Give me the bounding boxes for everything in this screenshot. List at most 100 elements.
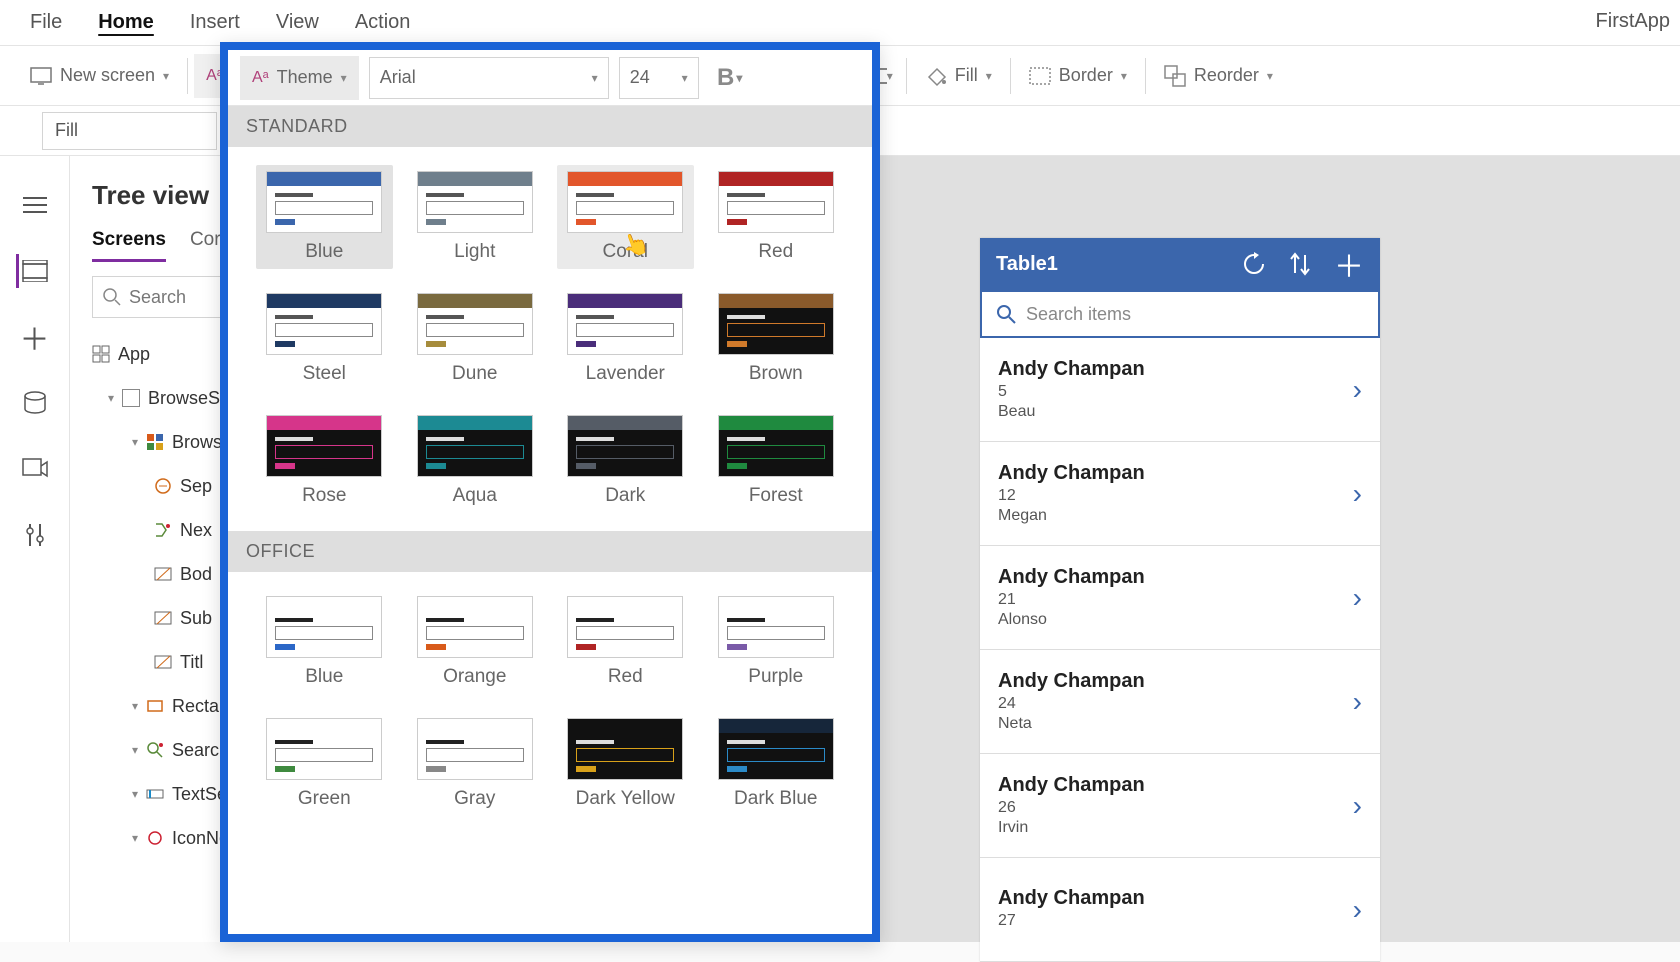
new-screen-label: New screen <box>60 65 155 86</box>
chevron-right-icon: › <box>1353 582 1362 614</box>
reorder-label: Reorder <box>1194 65 1259 86</box>
border-button[interactable]: Border ▾ <box>1017 54 1139 98</box>
gallery: Andy Champan5Beau›Andy Champan12Megan›An… <box>980 338 1380 962</box>
list-item[interactable]: Andy Champan21Alonso› <box>980 546 1380 650</box>
tree-item[interactable]: ▾SearchI <box>92 728 238 772</box>
dd-ribbon-strip: Aᵃ Theme ▾ Arial▾ 24▾ B▾ <box>228 50 872 106</box>
tree-item[interactable]: ▾Rectang <box>92 684 238 728</box>
chevron-right-icon: › <box>1353 894 1362 926</box>
property-selector[interactable]: Fill <box>42 112 217 150</box>
search-placeholder: Search items <box>1026 304 1131 325</box>
tree-item[interactable]: Sub <box>92 596 238 640</box>
theme-option-red[interactable]: Red <box>557 590 694 694</box>
new-screen-button[interactable]: New screen ▾ <box>18 54 181 98</box>
theme-label: Theme <box>277 67 333 88</box>
theme-option-blue[interactable]: Blue <box>256 165 393 269</box>
font-selector[interactable]: Arial▾ <box>369 57 609 99</box>
theme-option-forest[interactable]: Forest <box>708 409 845 513</box>
add-icon[interactable]: ＋ <box>1334 242 1364 286</box>
chevron-down-icon: ▾ <box>1121 69 1127 83</box>
theme-option-orange[interactable]: Orange <box>407 590 544 694</box>
tree-search-input[interactable]: Search <box>92 276 238 318</box>
property-name: Fill <box>55 120 78 141</box>
app-label: App <box>118 344 150 365</box>
tree-item[interactable]: ▾IconNe <box>92 816 238 860</box>
tree-item[interactable]: Nex <box>92 508 238 552</box>
font-name: Arial <box>380 67 416 88</box>
tree-item[interactable]: Sep <box>92 464 238 508</box>
menu-insert[interactable]: Insert <box>190 11 240 34</box>
section-standard: STANDARD <box>228 106 872 147</box>
list-item[interactable]: Andy Champan26Irvin› <box>980 754 1380 858</box>
phone-preview: Table1 ＋ Search items Andy Champan5Beau›… <box>980 238 1380 962</box>
tree-item[interactable]: ▾BrowseSc <box>92 376 238 420</box>
theme-option-dark[interactable]: Dark <box>557 409 694 513</box>
hamburger-icon[interactable] <box>18 188 52 222</box>
reorder-icon <box>1164 65 1186 87</box>
tree-view-title: Tree view <box>92 180 238 211</box>
theme-option-lavender[interactable]: Lavender <box>557 287 694 391</box>
list-item[interactable]: Andy Champan27› <box>980 858 1380 962</box>
screen-title: Table1 <box>996 253 1058 276</box>
app-title: FirstApp <box>1596 10 1670 33</box>
tree-item[interactable]: Titl <box>92 640 238 684</box>
chevron-down-icon: ▾ <box>1267 69 1273 83</box>
theme-option-purple[interactable]: Purple <box>708 590 845 694</box>
theme-option-aqua[interactable]: Aqua <box>407 409 544 513</box>
tab-screens[interactable]: Screens <box>92 229 166 262</box>
list-item[interactable]: Andy Champan5Beau› <box>980 338 1380 442</box>
theme-option-dark-yellow[interactable]: Dark Yellow <box>557 712 694 816</box>
menu-action[interactable]: Action <box>355 11 411 34</box>
theme-option-green[interactable]: Green <box>256 712 393 816</box>
menu-view[interactable]: View <box>276 11 319 34</box>
sort-icon[interactable] <box>1290 252 1310 276</box>
theme-icon: Aᵃ <box>252 69 269 87</box>
theme-grid-standard: BlueLightCoralRedSteelDuneLavenderBrownR… <box>228 147 872 531</box>
media-icon[interactable] <box>18 452 52 486</box>
fill-button[interactable]: Fill ▾ <box>913 54 1004 98</box>
theme-option-brown[interactable]: Brown <box>708 287 845 391</box>
insert-icon[interactable]: ＋ <box>18 320 52 354</box>
data-icon[interactable] <box>18 386 52 420</box>
tools-icon[interactable] <box>18 518 52 552</box>
chevron-down-icon: ▾ <box>341 71 347 85</box>
font-size-selector[interactable]: 24▾ <box>619 57 699 99</box>
theme-option-dark-blue[interactable]: Dark Blue <box>708 712 845 816</box>
separator <box>1145 58 1146 94</box>
chevron-right-icon: › <box>1353 374 1362 406</box>
border-icon <box>1029 67 1051 85</box>
theme-button-open[interactable]: Aᵃ Theme ▾ <box>240 56 359 100</box>
tab-components[interactable]: Cor <box>190 229 221 262</box>
tree-item[interactable]: ▾TextSe <box>92 772 238 816</box>
chevron-down-icon: ▾ <box>887 69 893 83</box>
refresh-icon[interactable] <box>1242 252 1266 276</box>
list-item[interactable]: Andy Champan12Megan› <box>980 442 1380 546</box>
menu-file[interactable]: File <box>30 11 62 34</box>
menubar: File Home Insert View Action <box>0 0 1680 46</box>
tree-item[interactable]: Bod <box>92 552 238 596</box>
theme-option-red[interactable]: Red <box>708 165 845 269</box>
theme-option-rose[interactable]: Rose <box>256 409 393 513</box>
chevron-down-icon: ▾ <box>986 69 992 83</box>
header-icons: ＋ <box>1242 242 1364 286</box>
app-icon <box>92 345 110 363</box>
tree-app-node[interactable]: App <box>92 332 238 376</box>
theme-option-steel[interactable]: Steel <box>256 287 393 391</box>
search-placeholder: Search <box>129 287 186 308</box>
list-item[interactable]: Andy Champan24Neta› <box>980 650 1380 754</box>
theme-option-blue[interactable]: Blue <box>256 590 393 694</box>
separator <box>1010 58 1011 94</box>
font-size-value: 24 <box>630 67 650 88</box>
bold-button[interactable]: B▾ <box>709 57 751 99</box>
menu-home[interactable]: Home <box>98 11 154 34</box>
phone-search-input[interactable]: Search items <box>980 290 1380 338</box>
screen-icon <box>30 67 52 85</box>
theme-option-gray[interactable]: Gray <box>407 712 544 816</box>
separator <box>906 58 907 94</box>
reorder-button[interactable]: Reorder ▾ <box>1152 54 1285 98</box>
theme-option-dune[interactable]: Dune <box>407 287 544 391</box>
tree-view-icon[interactable] <box>16 254 50 288</box>
fill-label: Fill <box>955 65 978 86</box>
tree-item[interactable]: ▾Browse <box>92 420 238 464</box>
theme-option-light[interactable]: Light <box>407 165 544 269</box>
